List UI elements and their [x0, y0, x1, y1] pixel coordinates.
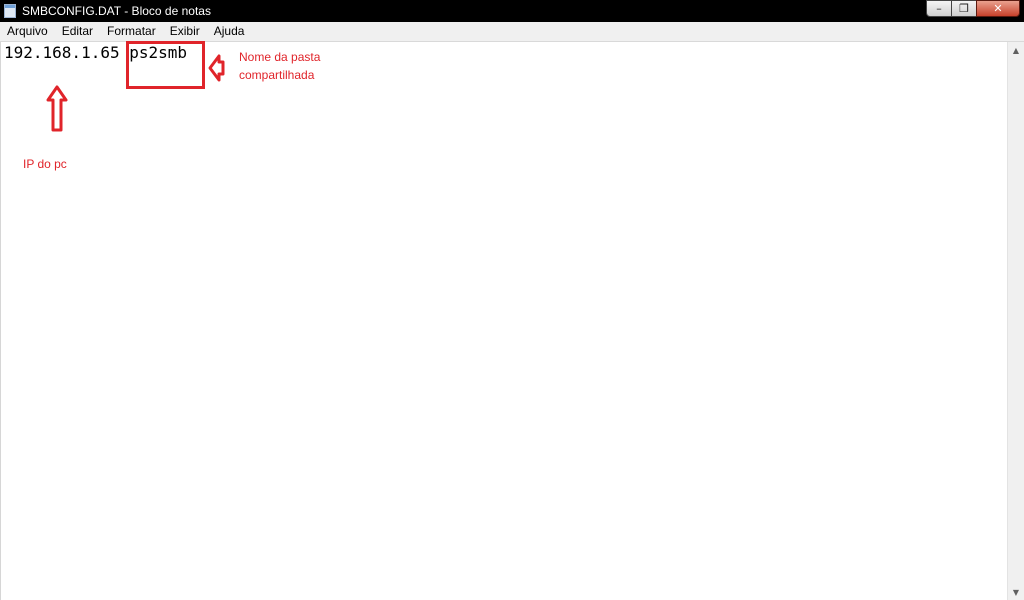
- text-editor[interactable]: 192.168.1.65 ps2smb: [0, 42, 1007, 600]
- minimize-button[interactable]: –: [926, 0, 952, 17]
- window-controls: – ❐ ✕: [926, 0, 1020, 18]
- notepad-icon: [4, 4, 16, 18]
- folder-annotation-label: Nome da pasta compartilhada: [239, 50, 321, 82]
- ip-annotation-label: IP do pc: [23, 157, 67, 171]
- title-bar[interactable]: SMBCONFIG.DAT - Bloco de notas – ❐ ✕: [0, 0, 1024, 22]
- vertical-scrollbar[interactable]: ▲ ▼: [1007, 42, 1024, 600]
- left-arrow-icon: [208, 54, 225, 82]
- menu-arquivo[interactable]: Arquivo: [0, 22, 55, 41]
- menu-exibir[interactable]: Exibir: [163, 22, 207, 41]
- close-button[interactable]: ✕: [976, 0, 1020, 17]
- scroll-up-icon[interactable]: ▲: [1008, 42, 1024, 58]
- window-title: SMBCONFIG.DAT - Bloco de notas: [22, 4, 211, 18]
- scroll-down-icon[interactable]: ▼: [1008, 584, 1024, 600]
- menu-editar[interactable]: Editar: [55, 22, 100, 41]
- maximize-button[interactable]: ❐: [951, 0, 977, 17]
- up-arrow-icon: [46, 85, 68, 132]
- menu-bar: Arquivo Editar Formatar Exibir Ajuda: [0, 22, 1024, 42]
- menu-formatar[interactable]: Formatar: [100, 22, 163, 41]
- folder-highlight-box: [126, 41, 205, 89]
- menu-ajuda[interactable]: Ajuda: [207, 22, 252, 41]
